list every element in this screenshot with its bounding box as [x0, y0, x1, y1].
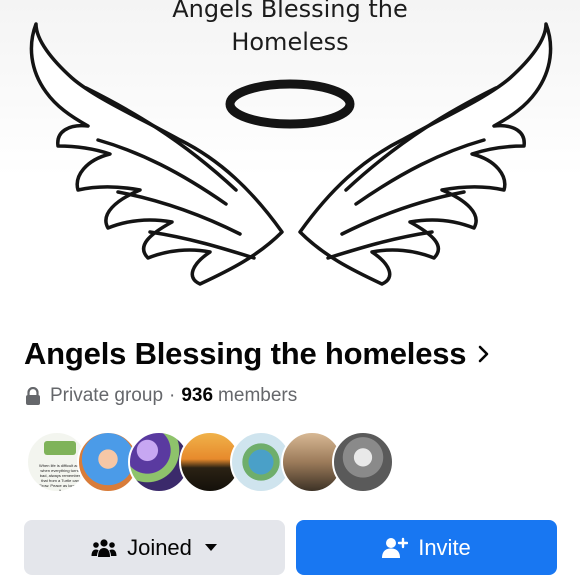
chevron-right-icon[interactable]	[478, 344, 490, 364]
group-header[interactable]: Angels Blessing the homeless	[24, 334, 564, 374]
quote-card-text: When life is difficult and when everythi…	[38, 463, 82, 493]
group-meta: Private group · 936 members	[25, 383, 297, 409]
cover-photo[interactable]: Angels Blessing the Homeless	[0, 0, 580, 322]
group-people-icon	[91, 538, 117, 558]
quote-card-image	[44, 441, 76, 455]
left-wing-shape	[29, 22, 284, 286]
joined-button[interactable]: Joined	[24, 520, 285, 575]
right-wing-shape	[298, 22, 553, 286]
group-name[interactable]: Angels Blessing the homeless	[24, 336, 467, 372]
meta-separator: ·	[169, 385, 176, 406]
caret-down-icon	[204, 543, 218, 552]
invite-label: Invite	[418, 534, 471, 560]
members-label[interactable]: members	[218, 385, 297, 407]
member-avatar-person-glasses[interactable]	[332, 431, 394, 493]
angel-wings-halo-icon	[29, 22, 553, 286]
halo-shape	[225, 79, 355, 129]
invite-button[interactable]: Invite	[296, 520, 557, 575]
member-count[interactable]: 936	[181, 385, 213, 407]
joined-label: Joined	[127, 534, 192, 560]
privacy-label: Private group	[50, 385, 164, 406]
lock-icon	[25, 386, 41, 406]
add-person-icon	[382, 537, 409, 559]
